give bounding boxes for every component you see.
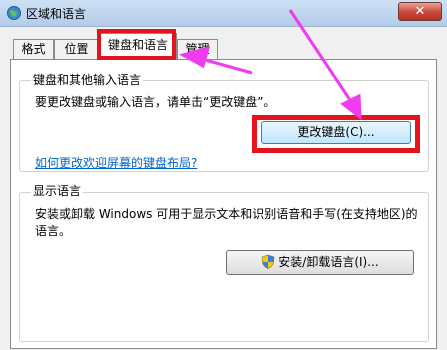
title-bar: 区域和语言 ✕ [0,0,447,27]
tab-location[interactable]: 位置 [54,39,99,59]
uac-shield-icon [261,254,275,269]
tab-administrative[interactable]: 管理 [177,39,218,59]
display-language-legend: 显示语言 [31,182,84,199]
window-title: 区域和语言 [26,7,87,21]
install-languages-label: 安装/卸载语言(I)... [278,255,379,269]
keyboard-layout-help-link[interactable]: 如何更改欢迎屏幕的键盘布局? [35,154,197,171]
keyboard-description: 要更改键盘或输入语言，请单击“更改键盘”。 [35,95,276,109]
display-language-description: 安装或卸载 Windows 可用于显示文本和识别语音和手写(在支持地区)的语言。 [35,207,418,238]
close-icon: ✕ [414,4,426,19]
keyboard-group-legend: 键盘和其他输入语言 [31,71,144,88]
globe-icon [7,6,21,20]
tab-formats[interactable]: 格式 [13,39,54,59]
button-highlight-box [252,115,420,153]
close-button[interactable]: ✕ [398,2,442,21]
install-languages-button[interactable]: 安装/卸载语言(I)... [226,250,414,275]
tab-highlight-box [97,29,176,60]
